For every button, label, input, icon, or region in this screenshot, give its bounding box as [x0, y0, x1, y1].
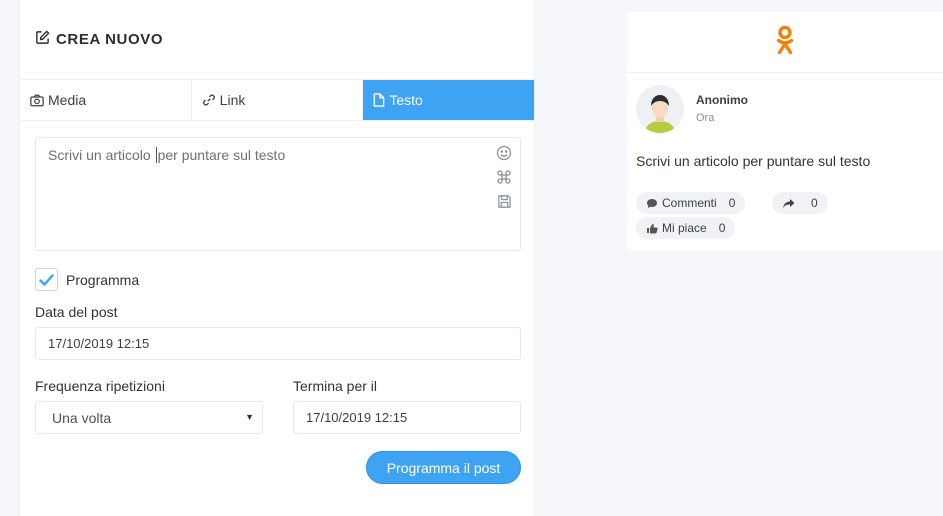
editor-tools	[495, 144, 513, 210]
edit-icon	[35, 29, 50, 50]
tab-label: Media	[48, 92, 87, 108]
schedule-post-button[interactable]: Programma il post	[366, 451, 521, 484]
schedule-checkbox-label: Programma	[66, 271, 140, 288]
file-icon	[373, 93, 385, 107]
post-date-field[interactable]: 17/10/2019 12:15	[35, 327, 521, 360]
post-text-editor[interactable]: Scrivi un articolo per puntare sul testo	[35, 137, 521, 251]
tab-media[interactable]: Media	[20, 80, 192, 120]
author-name: Anonimo	[696, 93, 748, 107]
post-date-label: Data del post	[35, 304, 118, 320]
composer-header: CREA NUOVO	[20, 0, 534, 80]
shares-count: 0	[811, 196, 818, 210]
likes-label: Mi piace	[662, 221, 707, 235]
tab-link[interactable]: Link	[192, 80, 364, 120]
composer-tabs: Media Link Testo	[20, 80, 535, 121]
comments-count: 0	[728, 196, 736, 210]
command-icon[interactable]	[495, 168, 513, 186]
save-icon[interactable]	[495, 192, 513, 210]
end-date-field[interactable]: 17/10/2019 12:15	[293, 401, 521, 434]
share-button[interactable]: 0	[772, 192, 828, 214]
schedule-toggle: Programma	[35, 268, 139, 291]
preview-post-text: Scrivi un articolo per puntare sul testo	[636, 153, 871, 169]
frequency-value: Una volta	[52, 409, 112, 426]
schedule-checkbox[interactable]	[35, 268, 58, 291]
composer-card: CREA NUOVO Media Link Testo Scrivi un ar…	[19, 0, 535, 516]
tab-label: Testo	[389, 92, 423, 108]
tab-testo[interactable]: Testo	[363, 80, 535, 120]
avatar	[636, 85, 684, 133]
comments-label: Commenti	[662, 196, 717, 210]
composer-title: CREA NUOVO	[56, 31, 164, 48]
odnoklassniki-icon	[775, 25, 795, 60]
emoji-icon[interactable]	[495, 144, 513, 162]
comment-icon	[646, 198, 658, 209]
comments-button[interactable]: Commenti 0	[636, 192, 746, 214]
text-caret	[155, 147, 157, 163]
post-preview: Anonimo Ora Scrivi un articolo per punta…	[627, 12, 943, 250]
link-icon	[202, 93, 216, 107]
post-time: Ora	[696, 112, 715, 124]
like-button[interactable]: Mi piace 0	[636, 217, 736, 239]
share-icon	[782, 198, 795, 209]
thumbs-up-icon	[646, 223, 658, 234]
tab-label: Link	[219, 92, 246, 108]
frequency-label: Frequenza ripetizioni	[35, 378, 165, 394]
camera-icon	[30, 94, 44, 107]
preview-header	[627, 12, 943, 73]
frequency-select[interactable]: Una volta ▼	[35, 401, 263, 434]
likes-count: 0	[718, 221, 726, 235]
end-date-label: Termina per il	[293, 378, 378, 394]
dropdown-arrow-icon: ▼	[245, 412, 254, 422]
editor-text: Scrivi un articolo per puntare sul testo	[48, 147, 286, 163]
